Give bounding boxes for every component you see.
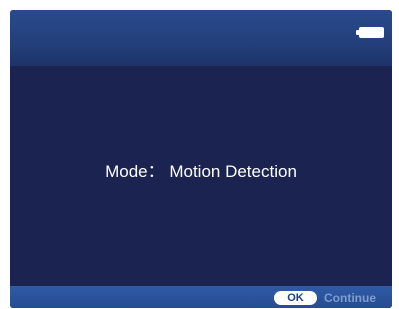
ok-button[interactable]: OK — [274, 291, 317, 305]
battery-icon — [356, 27, 384, 38]
bottom-bar: OK Continue — [10, 286, 392, 308]
device-screen: Mode： Motion Detection OK Continue — [10, 10, 392, 308]
mode-label: Mode： Motion Detection — [105, 162, 297, 181]
status-bar — [10, 10, 392, 66]
main-area: Mode： Motion Detection — [10, 66, 392, 286]
continue-label: Continue — [324, 291, 376, 305]
